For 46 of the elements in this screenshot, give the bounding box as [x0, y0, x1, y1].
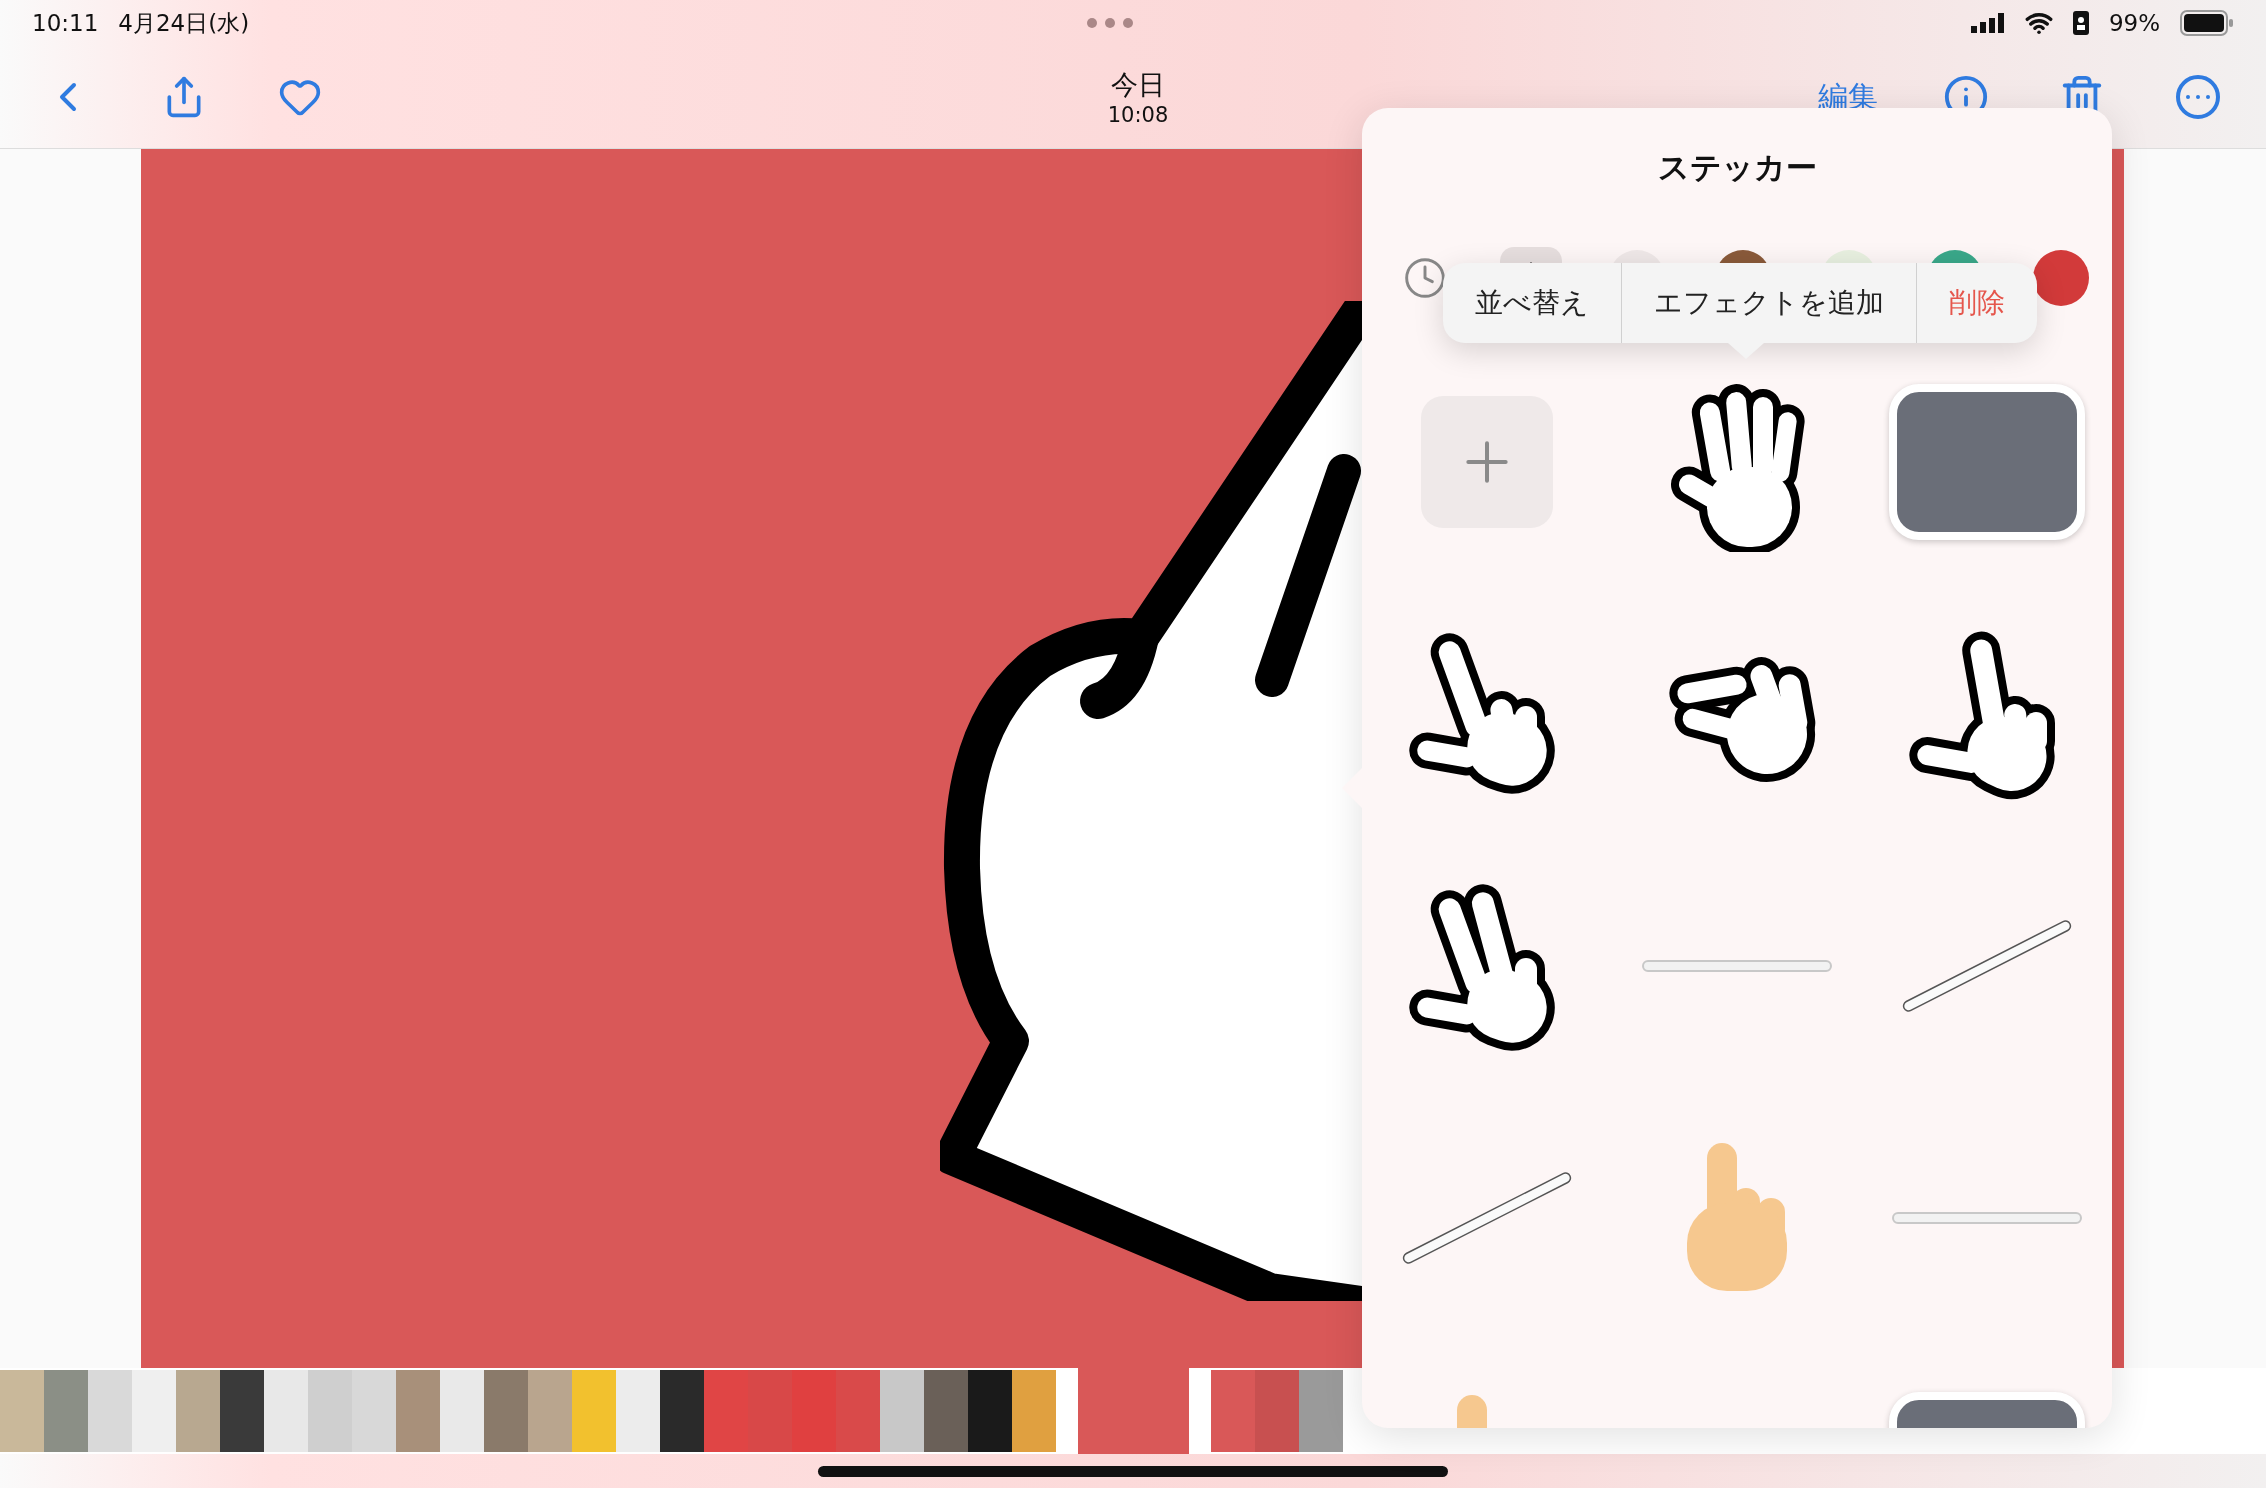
- orientation-lock-icon: [2072, 11, 2089, 35]
- add-sticker-button[interactable]: [1421, 396, 1553, 528]
- photo-thumbnail[interactable]: [44, 1370, 88, 1452]
- photo-thumbnail[interactable]: [176, 1370, 220, 1452]
- photo-thumbnail[interactable]: [1211, 1370, 1255, 1452]
- photo-thumbnail[interactable]: [352, 1370, 396, 1452]
- photo-thumbnail[interactable]: [1012, 1370, 1056, 1452]
- sticker-pack-icon: [2033, 250, 2089, 306]
- photo-thumbnail[interactable]: [484, 1370, 528, 1452]
- photo-thumbnail[interactable]: [1255, 1370, 1299, 1452]
- multitasking-dots-icon[interactable]: [1086, 17, 1134, 29]
- battery-percentage: 99%: [2108, 10, 2160, 36]
- photo-thumbnail[interactable]: [220, 1370, 264, 1452]
- popover-title: ステッカー: [1656, 148, 1818, 187]
- home-indicator[interactable]: [818, 1465, 1448, 1477]
- menu-item[interactable]: エフェクトを追加: [1621, 263, 1916, 343]
- photo-thumbnail[interactable]: [836, 1370, 880, 1452]
- photo-thumbnail[interactable]: [616, 1370, 660, 1452]
- photo-thumbnail[interactable]: [88, 1370, 132, 1452]
- more-icon: [2174, 73, 2222, 121]
- photo-placeholder[interactable]: [1889, 384, 2085, 540]
- photo-date-title: 今日: [1111, 68, 1165, 102]
- photo-thumbnail[interactable]: [924, 1370, 968, 1452]
- photo-thumbnail[interactable]: [660, 1370, 704, 1452]
- signal-icon: [1970, 13, 2005, 33]
- photo-thumbnail[interactable]: [264, 1370, 308, 1452]
- photo-thumbnail[interactable]: [572, 1370, 616, 1452]
- photo-time: 10:08: [1107, 103, 1169, 127]
- photo-thumbnail[interactable]: [1078, 1368, 1189, 1454]
- photo-thumbnail[interactable]: [880, 1370, 924, 1452]
- status-date: 4月24日(水): [118, 8, 250, 38]
- photo-thumbnail[interactable]: [704, 1370, 748, 1452]
- photo-thumbnail[interactable]: [528, 1370, 572, 1452]
- photo-thumbnail[interactable]: [1299, 1370, 1343, 1452]
- status-time: 10:11: [32, 10, 99, 36]
- battery-icon: [2180, 10, 2234, 36]
- photo-thumbnail[interactable]: [748, 1370, 792, 1452]
- photo-thumbnail[interactable]: [396, 1370, 440, 1452]
- photo-thumbnail[interactable]: [0, 1370, 44, 1452]
- photo-thumbnail[interactable]: [968, 1370, 1012, 1452]
- photo-thumbnail[interactable]: [132, 1370, 176, 1452]
- clock-icon: [1403, 256, 1447, 300]
- photo-thumbnail[interactable]: [440, 1370, 484, 1452]
- photo-thumbnail[interactable]: [308, 1370, 352, 1452]
- photo-thumbnail[interactable]: [792, 1370, 836, 1452]
- menu-item[interactable]: 並べ替え: [1443, 263, 1621, 343]
